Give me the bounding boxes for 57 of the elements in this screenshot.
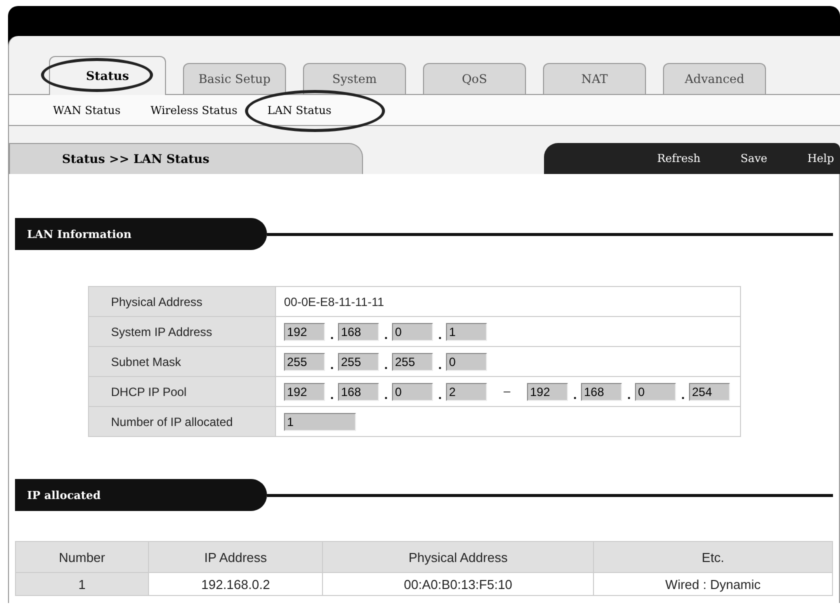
ip-octet-field[interactable]: 255 bbox=[392, 352, 433, 370]
table-cell: Subnet Mask bbox=[88, 346, 276, 376]
nav-tab[interactable]: QoS bbox=[423, 63, 526, 94]
ip-octet-field[interactable]: 168 bbox=[338, 382, 379, 400]
ip-octet-field[interactable]: 168 bbox=[581, 382, 622, 400]
table-cell: 1 bbox=[16, 572, 148, 596]
table-cell: DHCP IP Pool bbox=[88, 376, 276, 406]
action-link[interactable]: Refresh bbox=[657, 152, 700, 165]
table-cell: Number of IP allocated bbox=[88, 406, 276, 436]
ip-octet-field[interactable]: 168 bbox=[338, 322, 379, 340]
ip-octet-field[interactable]: 192 bbox=[527, 382, 568, 400]
dot-separator bbox=[438, 396, 440, 398]
count-field[interactable]: 1 bbox=[284, 412, 356, 430]
dot-separator bbox=[330, 366, 332, 368]
ip-octet-field[interactable]: 1 bbox=[446, 322, 487, 340]
ip-octet-field[interactable]: 254 bbox=[689, 382, 730, 400]
section-title: IP allocated bbox=[15, 479, 267, 511]
dot-separator bbox=[438, 366, 440, 368]
table-cell: Physical Address bbox=[88, 286, 276, 316]
ip-octet-field[interactable]: 2 bbox=[446, 382, 487, 400]
table-cell: Wired : Dynamic bbox=[593, 572, 832, 596]
ip-octet-field[interactable]: 192 bbox=[284, 382, 325, 400]
column-header: IP Address bbox=[148, 542, 323, 572]
subnav-link[interactable]: LAN Status bbox=[267, 104, 332, 116]
column-header: Physical Address bbox=[322, 542, 594, 572]
dot-separator bbox=[628, 396, 630, 398]
dot-separator bbox=[682, 396, 684, 398]
ip-octet-field[interactable]: 255 bbox=[338, 352, 379, 370]
dot-separator bbox=[330, 396, 332, 398]
dot-separator bbox=[384, 396, 386, 398]
dot-separator bbox=[438, 336, 440, 338]
column-header: Number bbox=[16, 542, 148, 572]
dot-separator bbox=[384, 366, 386, 368]
column-header: Etc. bbox=[593, 542, 832, 572]
ip-octet-field[interactable]: 0 bbox=[635, 382, 676, 400]
nav-tab[interactable]: Advanced bbox=[663, 63, 766, 94]
table-cell: System IP Address bbox=[88, 316, 276, 346]
range-separator: – bbox=[502, 384, 512, 398]
subnav-link[interactable]: Wireless Status bbox=[150, 104, 238, 116]
table-cell: 00-0E-E8-11-11-11 bbox=[276, 286, 740, 316]
ip-octet-field[interactable]: 0 bbox=[392, 322, 433, 340]
section-title: LAN Information bbox=[15, 218, 267, 250]
nav-tab[interactable]: Basic Setup bbox=[183, 63, 286, 94]
dot-separator bbox=[574, 396, 576, 398]
ip-octet-field[interactable]: 192 bbox=[284, 322, 325, 340]
ip-octet-field[interactable]: 0 bbox=[446, 352, 487, 370]
dot-separator bbox=[384, 336, 386, 338]
dot-separator bbox=[330, 336, 332, 338]
action-link[interactable]: Save bbox=[740, 152, 768, 165]
action-link[interactable]: Help bbox=[807, 152, 834, 165]
subnav-link[interactable]: WAN Status bbox=[53, 104, 120, 116]
ip-octet-field[interactable]: 0 bbox=[392, 382, 433, 400]
table-cell: 192.168.0.2 bbox=[148, 572, 323, 596]
table-cell: 00:A0:B0:13:F5:10 bbox=[322, 572, 594, 596]
nav-tab[interactable]: System bbox=[303, 63, 406, 94]
nav-tab[interactable]: NAT bbox=[543, 63, 646, 94]
ip-octet-field[interactable]: 255 bbox=[284, 352, 325, 370]
